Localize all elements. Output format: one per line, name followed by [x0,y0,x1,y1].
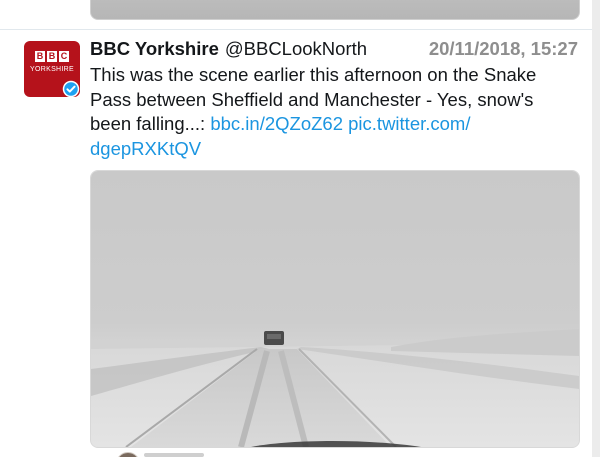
snow-road-photo [91,171,579,447]
short-link[interactable]: bbc.in/2QZoZ62 [210,113,343,134]
display-name[interactable]: BBC Yorkshire [90,38,219,59]
tweet-separator [0,29,592,30]
tweet-text: This was the scene earlier this afternoo… [90,63,578,161]
avatar[interactable]: B B C YORKSHIRE [24,41,80,98]
next-tweet-placeholder [144,453,204,457]
previous-tweet-media[interactable] [90,0,580,20]
tweet-header: BBC Yorkshire @BBCLookNorth 20/11/2018, 1… [90,37,580,61]
next-tweet-avatar[interactable] [116,452,140,457]
verified-badge-icon [62,80,80,98]
timestamp[interactable]: 20/11/2018, 15:27 [429,37,578,61]
logo-subtitle: YORKSHIRE [30,66,74,73]
bbc-logo: B B C [35,51,69,62]
pic-link-part1[interactable]: pic.twitter.com/ [348,113,470,134]
scrollbar[interactable] [592,0,600,457]
pic-link-part2[interactable]: dgepRXKtQV [90,138,201,159]
logo-letter-1: B [35,51,45,62]
logo-letter-3: C [59,51,69,62]
logo-letter-2: B [47,51,57,62]
user-handle[interactable]: @BBCLookNorth [225,38,367,59]
timeline-panel: B B C YORKSHIRE BBC Yorkshire @BBCLookNor… [0,0,593,457]
tweet-photo[interactable] [90,170,580,448]
